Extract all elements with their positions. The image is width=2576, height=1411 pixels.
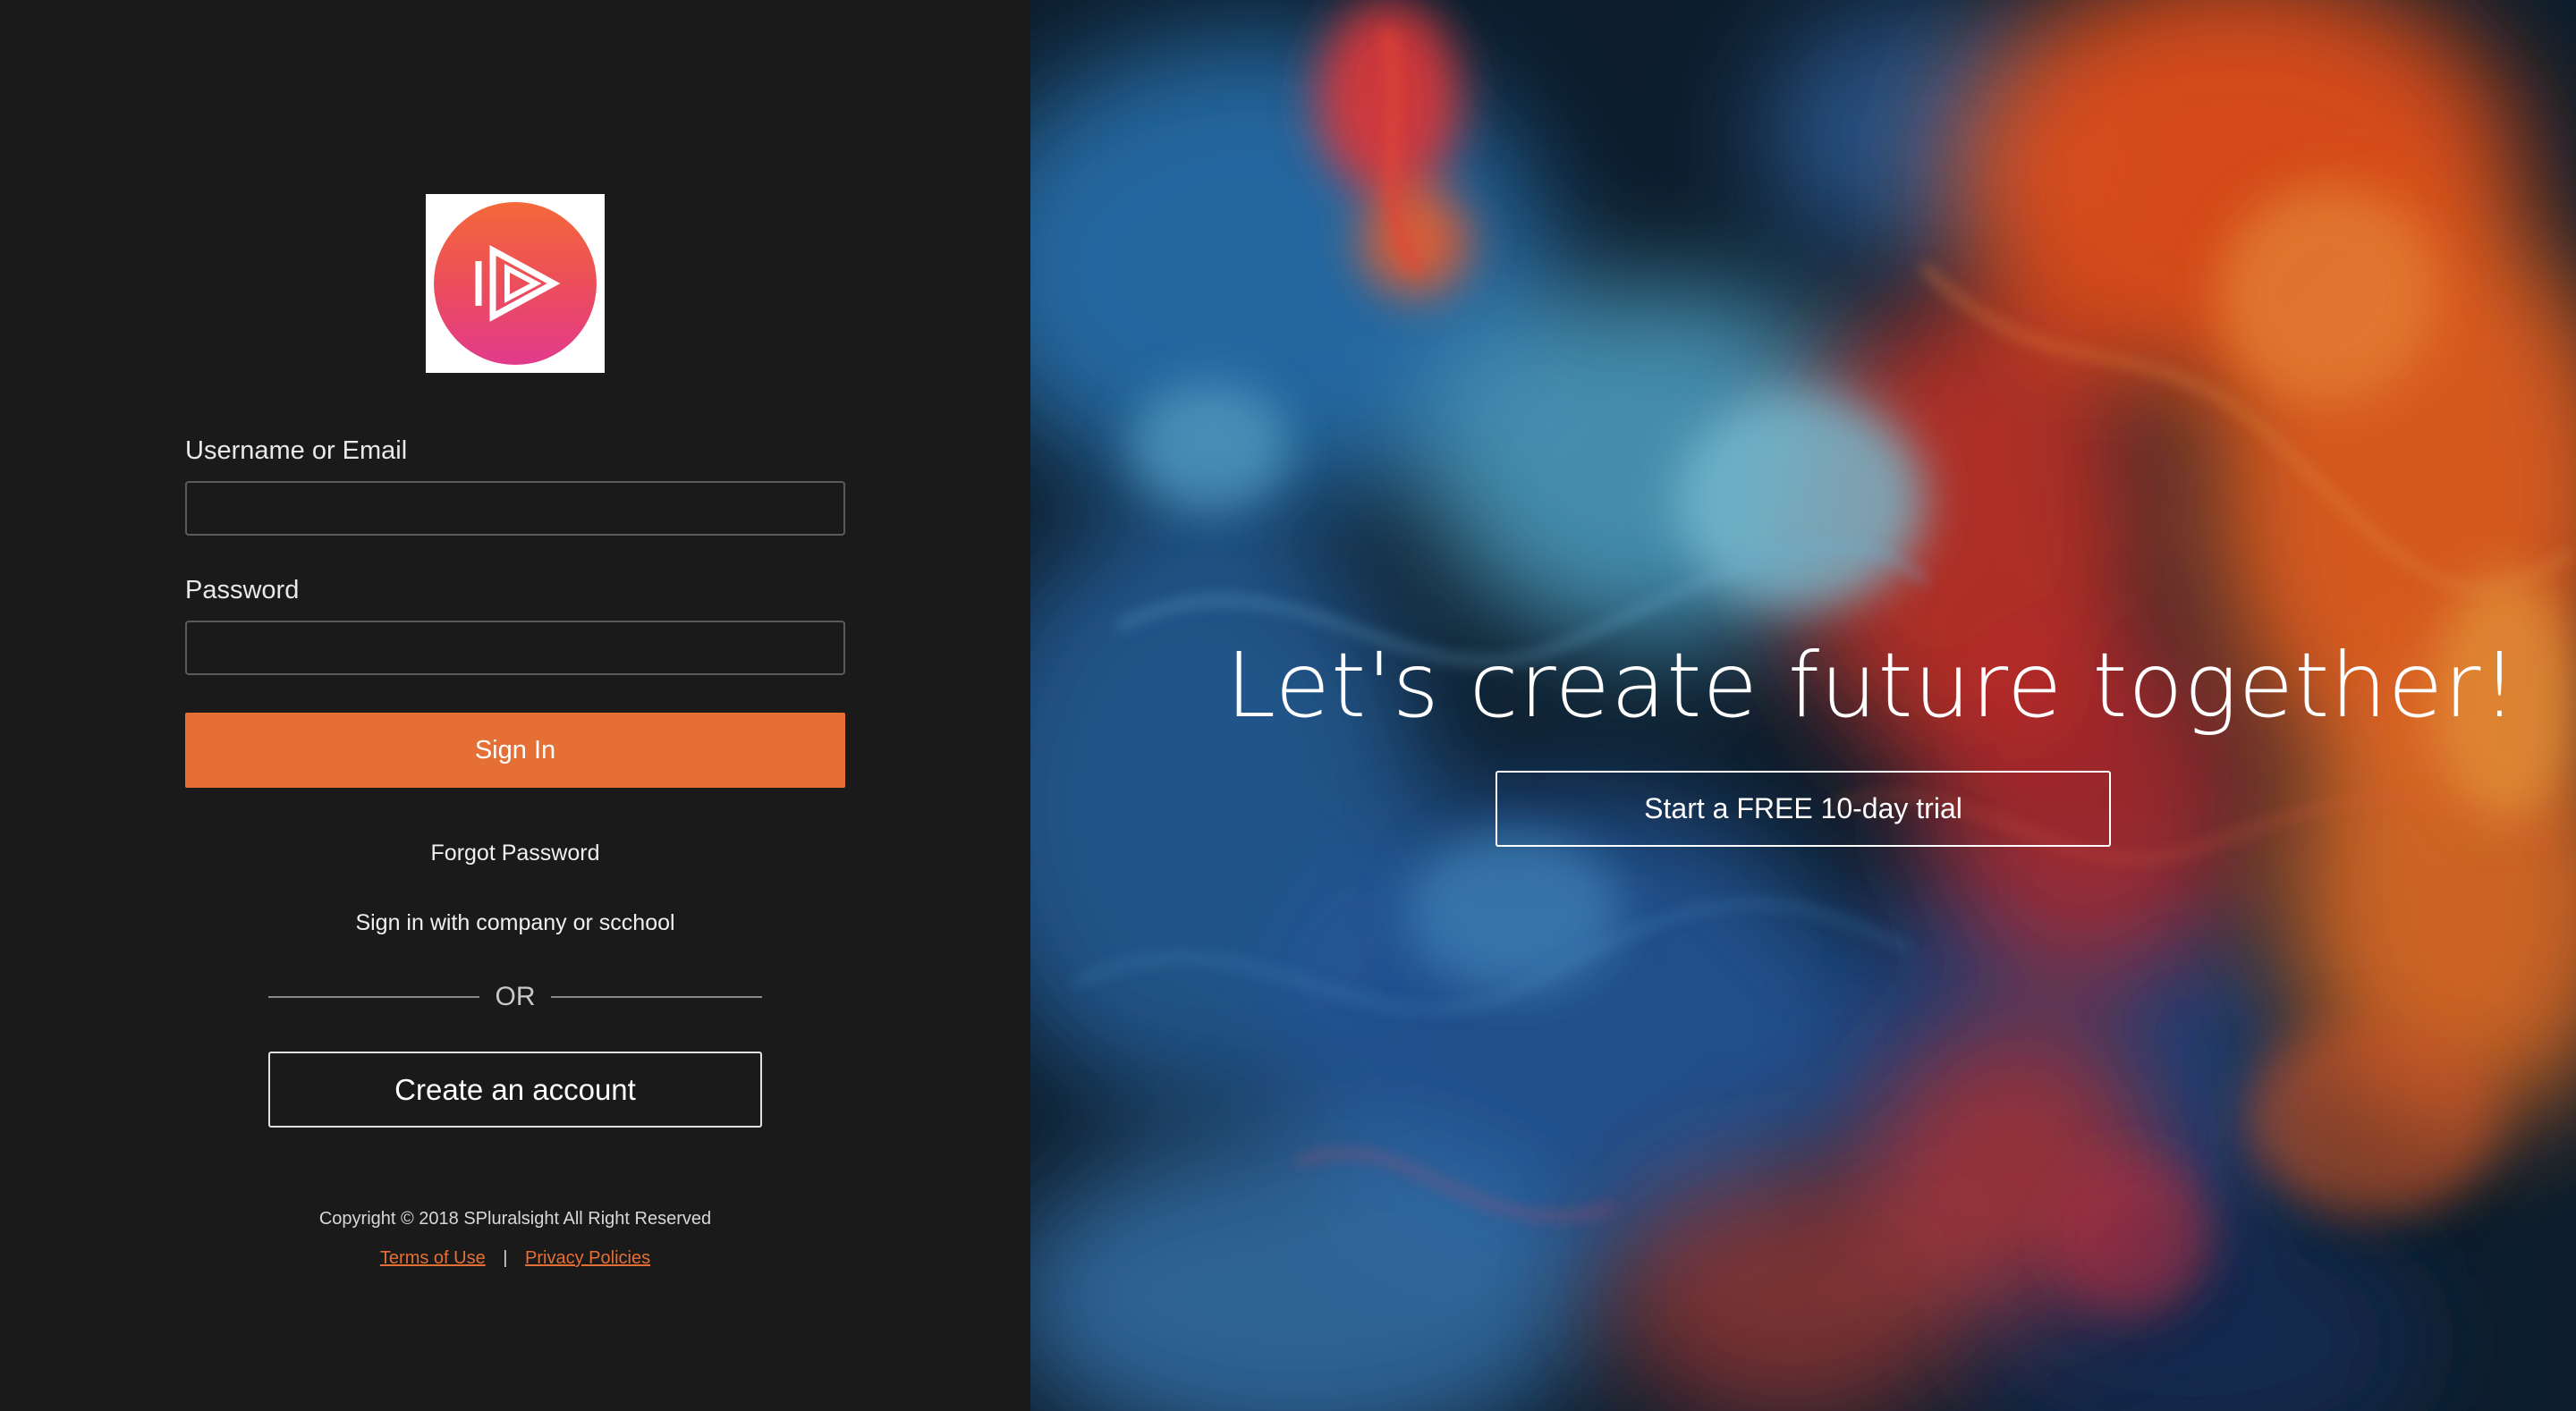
play-triangle-logo-icon xyxy=(434,202,597,365)
username-label: Username or Email xyxy=(185,436,408,465)
or-divider: OR xyxy=(268,981,762,1013)
hero-panel: Let's create future together! Start a FR… xyxy=(1030,0,2576,1411)
or-label: OR xyxy=(495,982,536,1011)
sign-in-button[interactable]: Sign In xyxy=(185,713,845,788)
login-page: Username or Email Password Sign In Forgo… xyxy=(0,0,2576,1411)
brand-logo xyxy=(426,194,605,373)
divider-line-left xyxy=(268,996,479,998)
free-trial-button[interactable]: Start a FREE 10-day trial xyxy=(1496,771,2111,847)
login-panel: Username or Email Password Sign In Forgo… xyxy=(0,0,1030,1411)
divider-line-right xyxy=(551,996,762,998)
company-signin-link[interactable]: Sign in with company or scchool xyxy=(0,910,1030,936)
username-input[interactable] xyxy=(185,481,845,536)
legal-separator: | xyxy=(503,1248,508,1268)
privacy-policies-link[interactable]: Privacy Policies xyxy=(525,1248,650,1268)
terms-of-use-link[interactable]: Terms of Use xyxy=(380,1248,486,1268)
password-label: Password xyxy=(185,576,300,604)
copyright-text: Copyright © 2018 SPluralsight All Right … xyxy=(318,1209,712,1229)
password-input[interactable] xyxy=(185,621,845,675)
create-account-button[interactable]: Create an account xyxy=(268,1052,762,1128)
legal-links: Terms of Use | Privacy Policies xyxy=(0,1248,1030,1269)
hero-title: Let's create future together! xyxy=(1225,633,2519,738)
forgot-password-link[interactable]: Forgot Password xyxy=(0,841,1030,866)
